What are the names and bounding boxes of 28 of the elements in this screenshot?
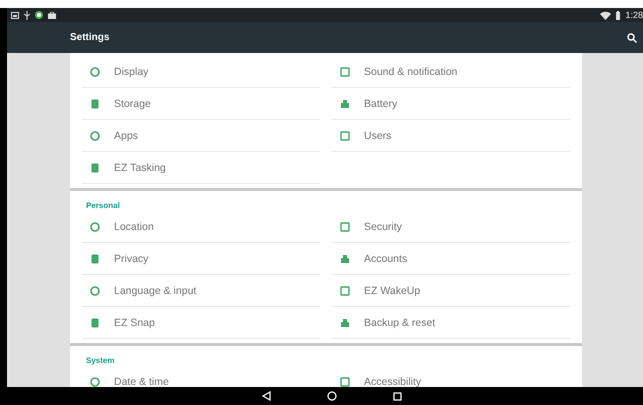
settings-item[interactable]: Display [82, 56, 320, 88]
settings-item[interactable]: Users [332, 120, 570, 152]
image-icon [11, 12, 19, 18]
status-time: 1:28 [625, 10, 643, 20]
settings-item[interactable]: Security [332, 211, 570, 243]
usb-icon [24, 10, 30, 20]
settings-item[interactable]: Battery [332, 88, 570, 120]
settings-item[interactable]: Accounts [332, 243, 570, 275]
search-icon[interactable] [627, 32, 637, 42]
settings-item[interactable]: Privacy [82, 243, 320, 275]
recents-icon[interactable] [393, 392, 402, 400]
settings-item[interactable]: EZ Snap [82, 307, 320, 339]
section-header: System [85, 355, 116, 366]
settings-item[interactable]: Backup & reset [332, 307, 570, 339]
home-icon[interactable] [327, 391, 337, 401]
settings-item[interactable]: Storage [82, 88, 320, 120]
settings-item[interactable]: EZ Tasking [82, 152, 320, 184]
section-header: Personal [85, 200, 121, 211]
wifi-icon [600, 10, 612, 20]
back-icon[interactable] [262, 391, 271, 401]
settings-item[interactable]: Sound & notification [332, 56, 570, 88]
settings-item[interactable]: EZ WakeUp [332, 275, 570, 307]
bag-icon [48, 12, 56, 18]
app-title: Settings [70, 32, 110, 43]
circle-app-icon [35, 11, 43, 19]
settings-item[interactable]: Apps [82, 120, 320, 152]
settings-item[interactable]: Language & input [82, 275, 320, 307]
settings-item[interactable]: Location [82, 211, 320, 243]
